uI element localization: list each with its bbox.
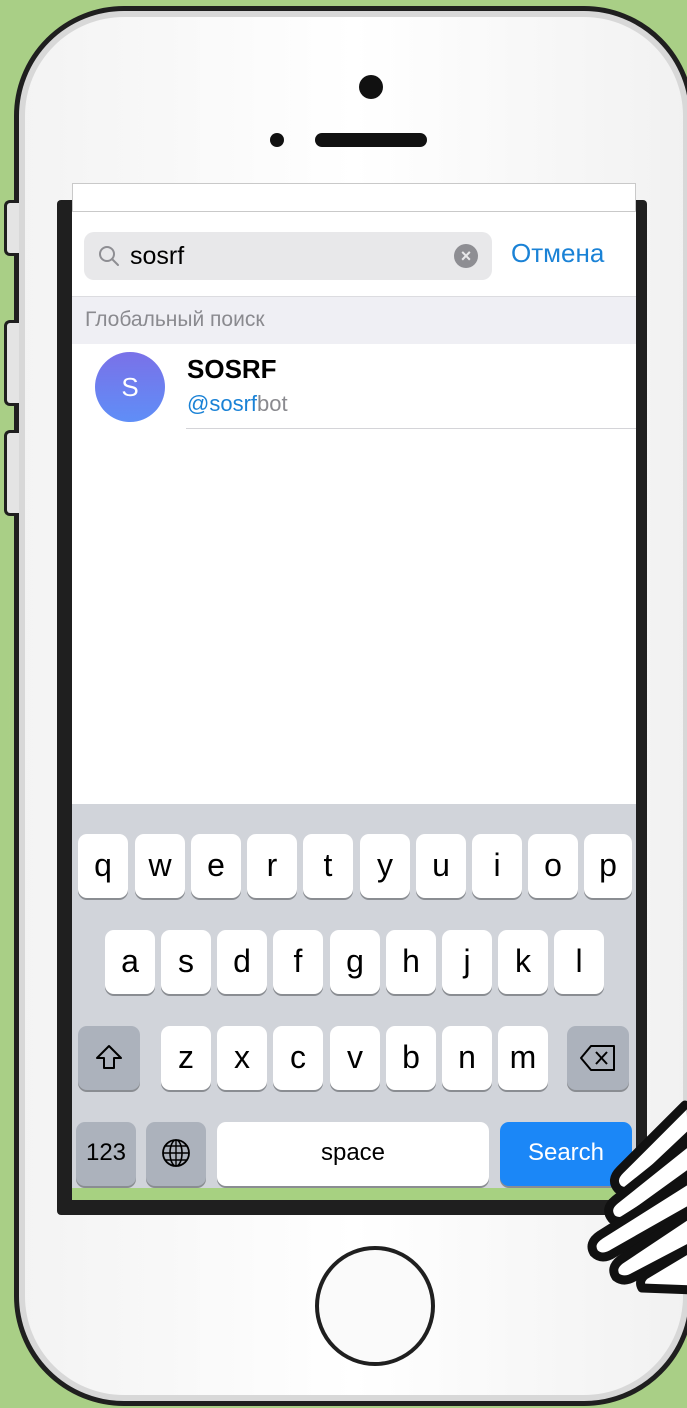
- key-y[interactable]: y: [360, 834, 410, 898]
- globe-key[interactable]: [146, 1122, 206, 1186]
- key-p[interactable]: p: [584, 834, 632, 898]
- key-i[interactable]: i: [472, 834, 522, 898]
- delete-key[interactable]: [567, 1026, 629, 1090]
- cancel-button[interactable]: Отмена: [511, 238, 604, 269]
- key-r[interactable]: r: [247, 834, 297, 898]
- volume-up-button: [4, 320, 19, 406]
- key-v[interactable]: v: [330, 1026, 380, 1090]
- globe-icon: [162, 1139, 190, 1167]
- bottom-strip: [72, 1188, 636, 1200]
- key-g[interactable]: g: [330, 930, 380, 994]
- key-a[interactable]: a: [105, 930, 155, 994]
- status-bar: [72, 183, 636, 212]
- row-divider: [186, 428, 636, 429]
- key-u[interactable]: u: [416, 834, 466, 898]
- key-f[interactable]: f: [273, 930, 323, 994]
- key-d[interactable]: d: [217, 930, 267, 994]
- sensor-icon: [270, 133, 284, 147]
- result-handle-rest: bot: [257, 391, 288, 416]
- key-b[interactable]: b: [386, 1026, 436, 1090]
- key-n[interactable]: n: [442, 1026, 492, 1090]
- key-q[interactable]: q: [78, 834, 128, 898]
- key-x[interactable]: x: [217, 1026, 267, 1090]
- key-w[interactable]: w: [135, 834, 185, 898]
- avatar: S: [95, 352, 165, 422]
- result-name: SOSRF: [187, 354, 277, 384]
- section-title: Глобальный поиск: [85, 308, 265, 331]
- key-h[interactable]: h: [386, 930, 436, 994]
- key-t[interactable]: t: [303, 834, 353, 898]
- numbers-key[interactable]: 123: [76, 1122, 136, 1186]
- delete-icon: [580, 1045, 615, 1071]
- screen: sosrf × Отмена Глобальный поиск S SOSRF …: [72, 212, 636, 1200]
- key-m[interactable]: m: [498, 1026, 548, 1090]
- speaker-icon: [315, 133, 427, 147]
- key-c[interactable]: c: [273, 1026, 323, 1090]
- shift-key[interactable]: [78, 1026, 140, 1090]
- clear-icon[interactable]: ×: [454, 244, 478, 268]
- key-o[interactable]: o: [528, 834, 578, 898]
- space-key[interactable]: space: [217, 1122, 489, 1186]
- shift-icon: [96, 1045, 122, 1069]
- search-input[interactable]: sosrf ×: [84, 232, 492, 280]
- volume-down-button: [4, 430, 19, 516]
- result-handle: @sosrfbot: [187, 391, 288, 417]
- key-z[interactable]: z: [161, 1026, 211, 1090]
- home-button[interactable]: [315, 1246, 435, 1366]
- key-k[interactable]: k: [498, 930, 548, 994]
- key-l[interactable]: l: [554, 930, 604, 994]
- keyboard: q w e r t y u i o p a s d f g h j k l z …: [72, 804, 636, 1188]
- hand-pointer-icon: [587, 1100, 687, 1295]
- search-icon: [99, 246, 119, 266]
- key-j[interactable]: j: [442, 930, 492, 994]
- key-e[interactable]: e: [191, 834, 241, 898]
- search-query: sosrf: [130, 242, 185, 270]
- mute-switch: [4, 200, 19, 256]
- key-s[interactable]: s: [161, 930, 211, 994]
- list-item[interactable]: S SOSRF @sosrfbot: [72, 344, 636, 430]
- search-header: sosrf × Отмена: [72, 212, 636, 296]
- front-camera-icon: [359, 75, 383, 99]
- section-header: Глобальный поиск: [72, 296, 636, 344]
- result-handle-match: @sosrf: [187, 391, 258, 416]
